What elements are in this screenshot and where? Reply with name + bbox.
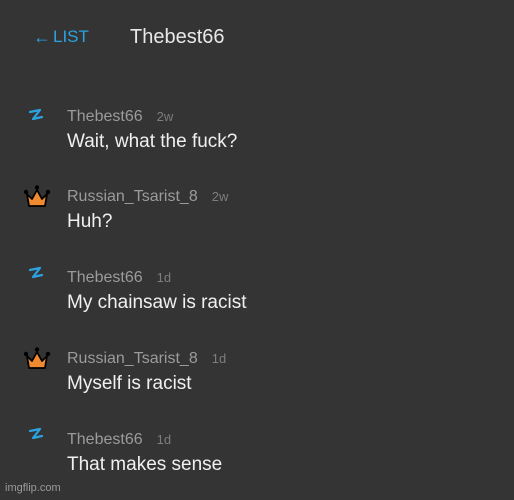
lightning-icon bbox=[28, 108, 44, 121]
message-item: Russian_Tsarist_8 2w Huh? bbox=[0, 185, 514, 257]
message-username[interactable]: Thebest66 bbox=[67, 268, 143, 288]
message-timestamp: 2w bbox=[156, 109, 174, 124]
message-item: Russian_Tsarist_8 1d Myself is racist bbox=[0, 347, 514, 419]
message-username[interactable]: Russian_Tsarist_8 bbox=[67, 187, 198, 207]
back-arrow-icon: ← bbox=[33, 27, 51, 47]
message-item: Thebest66 2w Wait, what the fuck? bbox=[0, 107, 514, 177]
lightning-icon bbox=[28, 266, 44, 279]
message-text: That makes sense bbox=[67, 454, 223, 475]
message-meta: Russian_Tsarist_8 2w bbox=[67, 187, 228, 207]
message-timestamp: 1d bbox=[211, 351, 227, 366]
message-meta: Thebest66 2w bbox=[67, 107, 173, 127]
crown-icon bbox=[23, 347, 51, 369]
message-text: Huh? bbox=[67, 211, 113, 232]
message-item: Thebest66 1d That makes sense bbox=[0, 427, 514, 500]
conversation-header: ← LIST Thebest66 bbox=[0, 0, 514, 70]
message-timestamp: 2w bbox=[211, 189, 229, 204]
back-to-list-link[interactable]: ← LIST bbox=[33, 26, 89, 48]
message-text: My chainsaw is racist bbox=[67, 292, 247, 313]
message-meta: Russian_Tsarist_8 1d bbox=[67, 349, 226, 369]
message-text: Myself is racist bbox=[67, 373, 192, 394]
message-username[interactable]: Russian_Tsarist_8 bbox=[67, 349, 198, 369]
message-meta: Thebest66 1d bbox=[67, 430, 171, 450]
message-username[interactable]: Thebest66 bbox=[67, 107, 143, 127]
crown-icon bbox=[23, 185, 51, 207]
back-link-label: LIST bbox=[53, 27, 89, 46]
message-username[interactable]: Thebest66 bbox=[67, 430, 143, 450]
conversation-title: Thebest66 bbox=[130, 26, 225, 48]
message-timestamp: 1d bbox=[156, 270, 172, 285]
lightning-icon bbox=[28, 427, 44, 440]
message-item: Thebest66 1d My chainsaw is racist bbox=[0, 266, 514, 338]
watermark: imgflip.com bbox=[5, 482, 61, 494]
message-meta: Thebest66 1d bbox=[67, 268, 171, 288]
message-text: Wait, what the fuck? bbox=[67, 131, 238, 152]
message-timestamp: 1d bbox=[156, 432, 172, 447]
